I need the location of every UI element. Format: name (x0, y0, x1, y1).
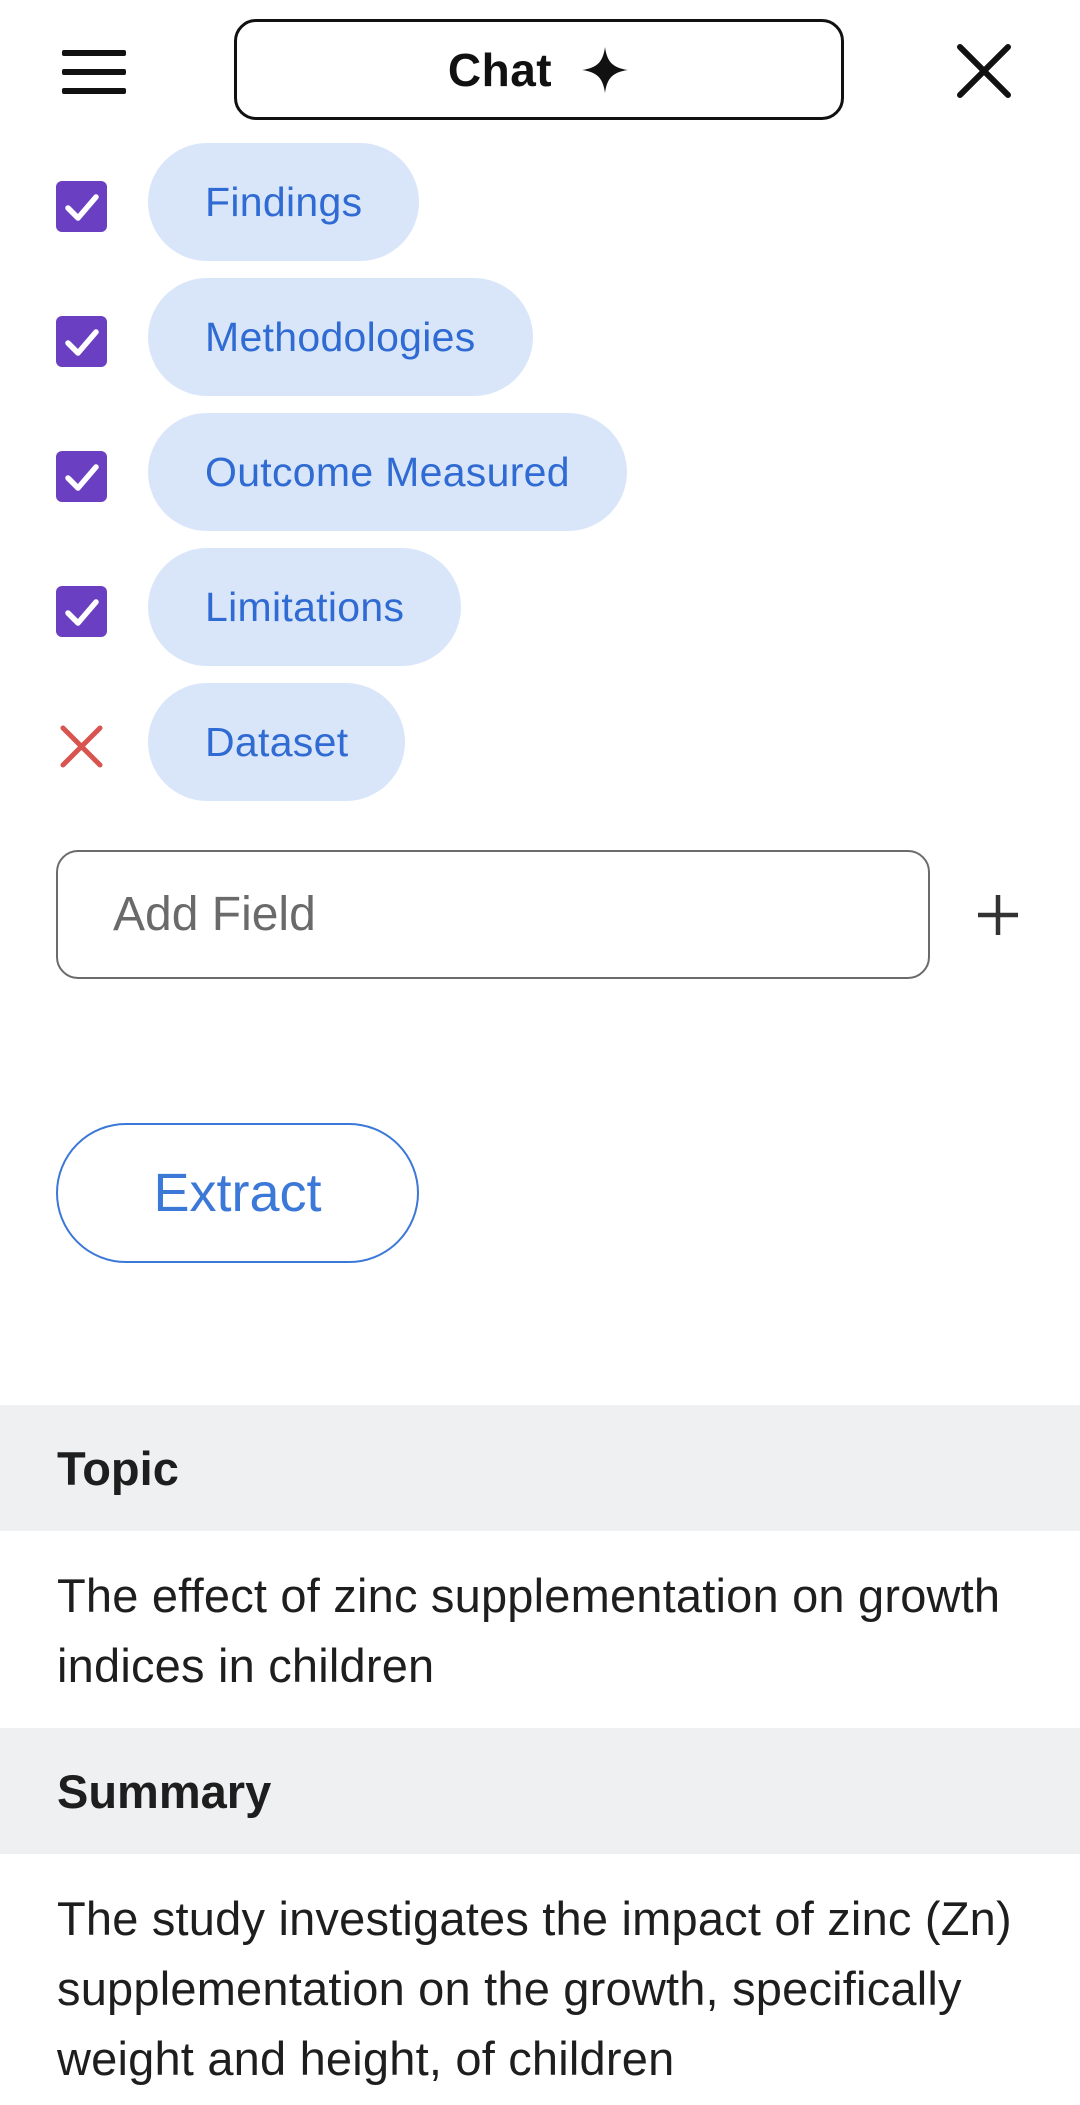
topic-text: The effect of zinc supplementation on gr… (57, 1569, 1001, 1692)
sparkle-icon (582, 46, 629, 93)
add-field-input[interactable] (56, 850, 930, 979)
field-chip-findings[interactable]: Findings (148, 143, 420, 261)
field-row-limitations: Limitations (0, 548, 1080, 666)
hamburger-menu-icon[interactable] (62, 48, 128, 94)
close-icon[interactable] (955, 42, 1013, 100)
checkmark-icon (64, 598, 99, 626)
plus-icon[interactable] (976, 893, 1020, 937)
field-chip-limitations[interactable]: Limitations (148, 548, 462, 666)
field-row-methodologies: Methodologies (0, 278, 1080, 396)
field-row-dataset: Dataset (0, 683, 1080, 801)
checkmark-icon (64, 193, 99, 221)
summary-heading: Summary (0, 1728, 1080, 1854)
remove-field-icon[interactable] (56, 721, 107, 772)
field-chip-methodologies[interactable]: Methodologies (148, 278, 533, 396)
topic-heading: Topic (0, 1405, 1080, 1531)
summary-text: The study investigates the impact of zin… (57, 1892, 1012, 2085)
outcome-measured-checkbox[interactable] (56, 451, 107, 502)
field-row-outcome-measured: Outcome Measured (0, 413, 1080, 531)
chat-button[interactable]: Chat (234, 19, 844, 120)
chat-button-label: Chat (447, 43, 553, 96)
checkmark-icon (64, 328, 99, 356)
methodologies-checkbox[interactable] (56, 316, 107, 367)
checkmark-icon (64, 463, 99, 491)
top-bar: Chat (0, 0, 1080, 140)
field-chip-dataset[interactable]: Dataset (148, 683, 406, 801)
findings-checkbox[interactable] (56, 181, 107, 232)
field-row-findings: Findings (0, 143, 1080, 261)
limitations-checkbox[interactable] (56, 586, 107, 637)
extract-button[interactable]: Extract (56, 1123, 419, 1263)
field-chip-outcome-measured[interactable]: Outcome Measured (148, 413, 627, 531)
